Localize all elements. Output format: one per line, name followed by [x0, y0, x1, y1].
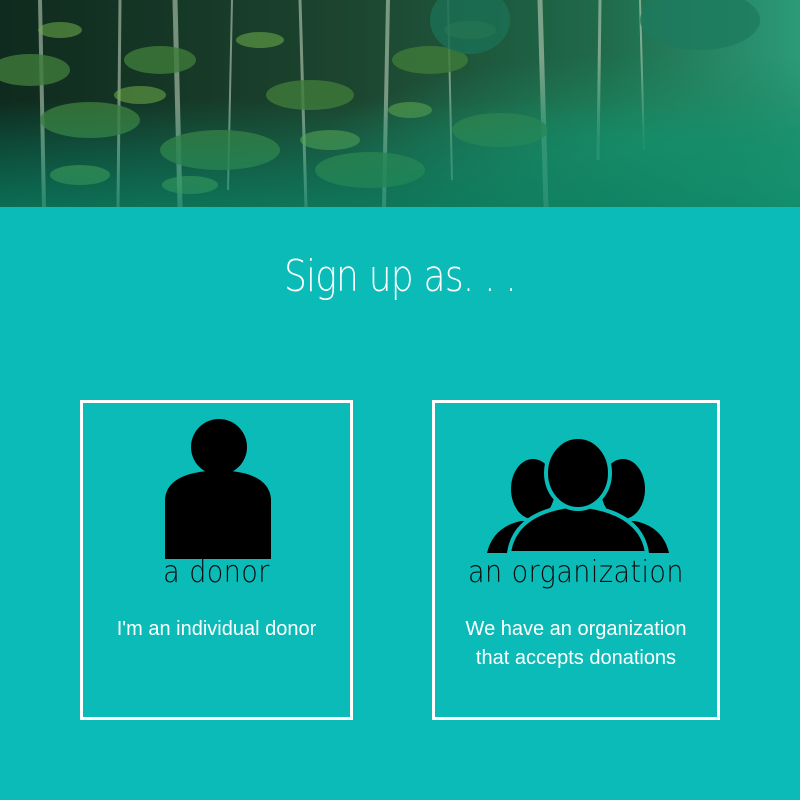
signup-section: Sign up as. . . a donor I'm an individua… [0, 207, 800, 800]
group-icon [487, 437, 669, 555]
page-title: Sign up as. . . [283, 251, 517, 302]
organization-card-title: an organization [468, 555, 684, 590]
organization-card[interactable]: an organization We have an organization … [432, 400, 720, 720]
organization-card-description-line: that accepts donations [475, 647, 677, 669]
donor-card-title: a donor [163, 555, 270, 590]
donor-card-description: I'm an individual donor [93, 615, 340, 644]
rainforest-photo [0, 0, 800, 207]
person-icon [165, 419, 271, 559]
hero-image [0, 0, 800, 207]
donor-card-description-text: I'm an individual donor [116, 618, 317, 640]
organization-card-description: We have an organization that accepts don… [445, 615, 707, 673]
organization-card-description-line: We have an organization [465, 618, 687, 640]
donor-card[interactable]: a donor I'm an individual donor [80, 400, 353, 720]
